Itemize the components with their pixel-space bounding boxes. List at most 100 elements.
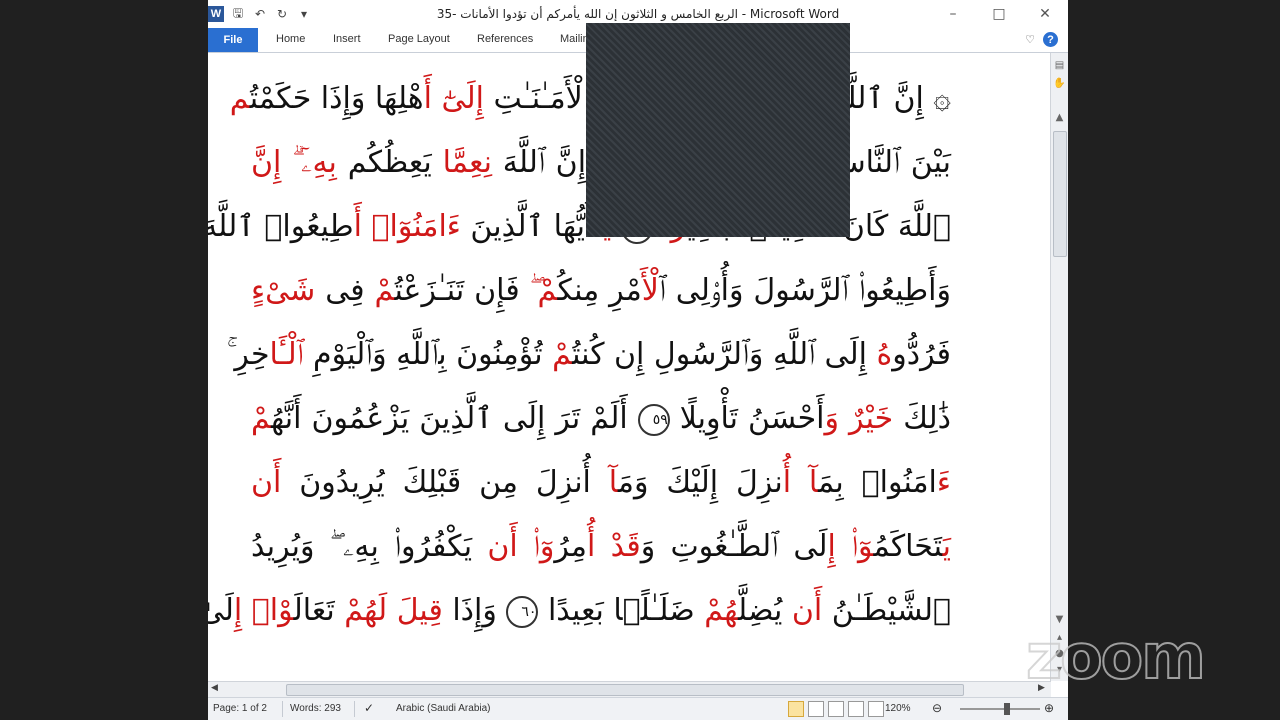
tab-page-layout[interactable]: Page Layout [388,33,450,45]
text-run: امَنُوا۟ بِمَ [818,465,937,500]
text-run: أُنزِلَ مِن قَبْلِكَ يُرِيدُونَ [281,465,609,500]
text-run: تَعَالَ [293,593,345,628]
text-run: هْلِهَا وَإِذَا حَكَمْتُ [249,81,424,116]
proofing-icon[interactable]: ✓ [364,701,374,715]
zoom-level[interactable]: 120% [885,703,911,714]
document-line[interactable]: فَرُدُّوهُ إِلَى ٱللَّهِ وَٱلرَّسُولِ إِ… [227,337,951,372]
text-run: هُمْ [704,593,739,628]
web-layout-icon[interactable] [828,701,844,717]
text-run: تُؤْمِنُونَ بِٱللَّهِ وَٱلْيَوْمِ [303,337,553,372]
close-icon[interactable]: ✕ [1022,0,1068,28]
occluding-overlay [586,23,850,237]
text-run: لَى ٱلطَّـٰغُوتِ وَ [640,529,828,564]
zoom-watermark: zoom [1025,619,1207,694]
text-run: شَىْءٍ [251,273,316,308]
word-logo-icon[interactable]: W [208,6,224,22]
text-run: ءَ [936,465,952,500]
ribbon-collapse-icon[interactable]: ♡ [1025,33,1035,46]
text-run: طِيعُوا۟ ٱللَّهَ [208,209,354,244]
document-line[interactable]: يَتَحَاكَمُوٓا۟ إِلَى ٱلطَّـٰغُوتِ وَقَد… [251,529,951,564]
text-run: ٱلشَّيْطَـٰنُ [822,593,951,628]
minimize-icon[interactable]: – [930,0,976,28]
ayah-number: ٥٩ [637,403,670,436]
vertical-scroll-thumb[interactable] [1053,131,1067,257]
text-run: مْ [251,401,271,436]
text-run: أَن [791,593,823,628]
redo-icon[interactable]: ↻ [274,6,290,22]
text-run: م [229,81,250,116]
tab-references[interactable]: References [477,33,533,45]
quick-access-toolbar: W 🖫 ↶ ↻ ▾ [208,4,312,24]
text-run: وٓا۟ أَن [487,529,555,564]
text-run: مْ ۖ [529,273,558,308]
print-layout-icon[interactable] [788,701,804,717]
text-run: وَإِذَا [442,593,507,628]
text-run: مْ [374,273,395,308]
window-title: الربع الخامس و الثلاثون إن الله يأمركم أ… [436,7,840,21]
text-run: وَأَطِيعُوا۟ ٱلرَّسُولَ وَأُو۟لِى ٱ [658,273,951,308]
text-run: أَحْسَنُ تَأْوِيلًا [669,401,825,436]
save-icon[interactable]: 🖫 [230,6,246,22]
text-run: فَرُدُّو [892,337,951,372]
horizontal-scroll-thumb[interactable] [286,684,964,696]
ayah-number: ٦٠ [506,595,539,628]
text-run: لْأَ [641,273,659,308]
text-run: بِهِۦٓ ۗ إِنَّ [251,145,337,180]
text-run: ٱلْـَٔا [269,337,304,372]
text-run: يَكْفُرُوا۟ بِهِۦ ۖ وَيُرِيدُ [251,529,488,564]
pan-hand-icon[interactable]: ✋ [1053,77,1066,90]
ribbon-right-controls: ♡ ? [1025,32,1058,47]
text-run: مِرُ [554,529,587,564]
vertical-scrollbar[interactable]: ▤ ✋ ▲ ▼ ▴ ● ▾ [1050,53,1068,681]
status-bar: Page: 1 of 2 Words: 293 ✓ Arabic (Saudi … [208,697,1068,720]
customize-icon[interactable]: ▾ [296,6,312,22]
tab-home[interactable]: Home [276,33,305,45]
draft-icon[interactable] [868,701,884,717]
tab-file[interactable]: File [208,28,258,52]
text-run: وْا۟ إِ [233,593,294,628]
text-run: فَإِن تَنَـٰزَعْتُ [394,273,530,308]
page-count[interactable]: Page: 1 of 2 [213,703,267,714]
text-run: ضَلَـٰلًۢا بَعِيدًا [538,593,705,628]
ruler-toggle-icon[interactable]: ▤ [1053,59,1066,72]
maximize-icon[interactable]: □ [976,0,1022,28]
document-line[interactable]: ءَامَنُوا۟ بِمَآ أُنزِلَ إِلَيْكَ وَمَآ … [251,465,951,500]
text-run: أَن [251,465,282,500]
text-run: قَدْ أُ [586,529,641,564]
text-run: لَىٰ [208,593,234,628]
zoom-slider-knob[interactable] [1004,703,1010,715]
language-indicator[interactable]: Arabic (Saudi Arabia) [396,703,491,714]
full-screen-reading-icon[interactable] [808,701,824,717]
word-count[interactable]: Words: 293 [290,703,341,714]
text-run: ءَامَنُوٓا۟ أَ [353,209,461,244]
text-run: ذَٰلِكَ [893,401,951,436]
text-run: خَيْرٌ وَ [824,401,894,436]
text-run: مْ [552,337,573,372]
text-run: هُ [876,337,893,372]
text-run: مْرِ مِنكُ [557,273,642,308]
zoom-slider[interactable] [960,703,1040,715]
scroll-up-icon[interactable]: ▲ [1053,111,1066,124]
text-run: إِلَى ٱللَّهِ وَٱلرَّسُولِ إِن كُنتُ [572,337,877,372]
document-line[interactable]: ٱلشَّيْطَـٰنُ أَن يُضِلَّهُمْ ضَلَـٰلًۢا… [208,593,951,628]
undo-icon[interactable]: ↶ [252,6,268,22]
outline-icon[interactable] [848,701,864,717]
window-controls: – □ ✕ [930,0,1068,28]
tab-insert[interactable]: Insert [333,33,361,45]
text-run: أَيُّهَا ٱلَّذِينَ [460,209,595,244]
zoom-in-icon[interactable]: ⊕ [1044,701,1054,715]
text-run: يُضِلَّ [738,593,792,628]
text-run: نزِلَ إِلَيْكَ وَمَ [617,465,783,500]
text-run: أَلَمْ تَرَ إِلَى ٱلَّذِينَ يَزْعُمُونَ … [270,401,638,436]
text-run: وٓا۟ إِ [827,529,874,564]
horizontal-scrollbar[interactable]: ◀ ▶ [208,681,1051,697]
text-run: آ [608,465,618,500]
help-icon[interactable]: ? [1043,32,1058,47]
status-separator [282,701,283,717]
text-run: نِعِمَّا [442,145,492,180]
zoom-out-icon[interactable]: ⊖ [932,701,942,715]
text-run: يَ [942,529,952,564]
document-line[interactable]: وَأَطِيعُوا۟ ٱلرَّسُولَ وَأُو۟لِى ٱلْأَم… [251,273,951,308]
document-line[interactable]: ذَٰلِكَ خَيْرٌ وَأَحْسَنُ تَأْوِيلًا ٥٩ … [251,401,951,436]
scroll-left-icon[interactable]: ◀ [211,683,218,693]
